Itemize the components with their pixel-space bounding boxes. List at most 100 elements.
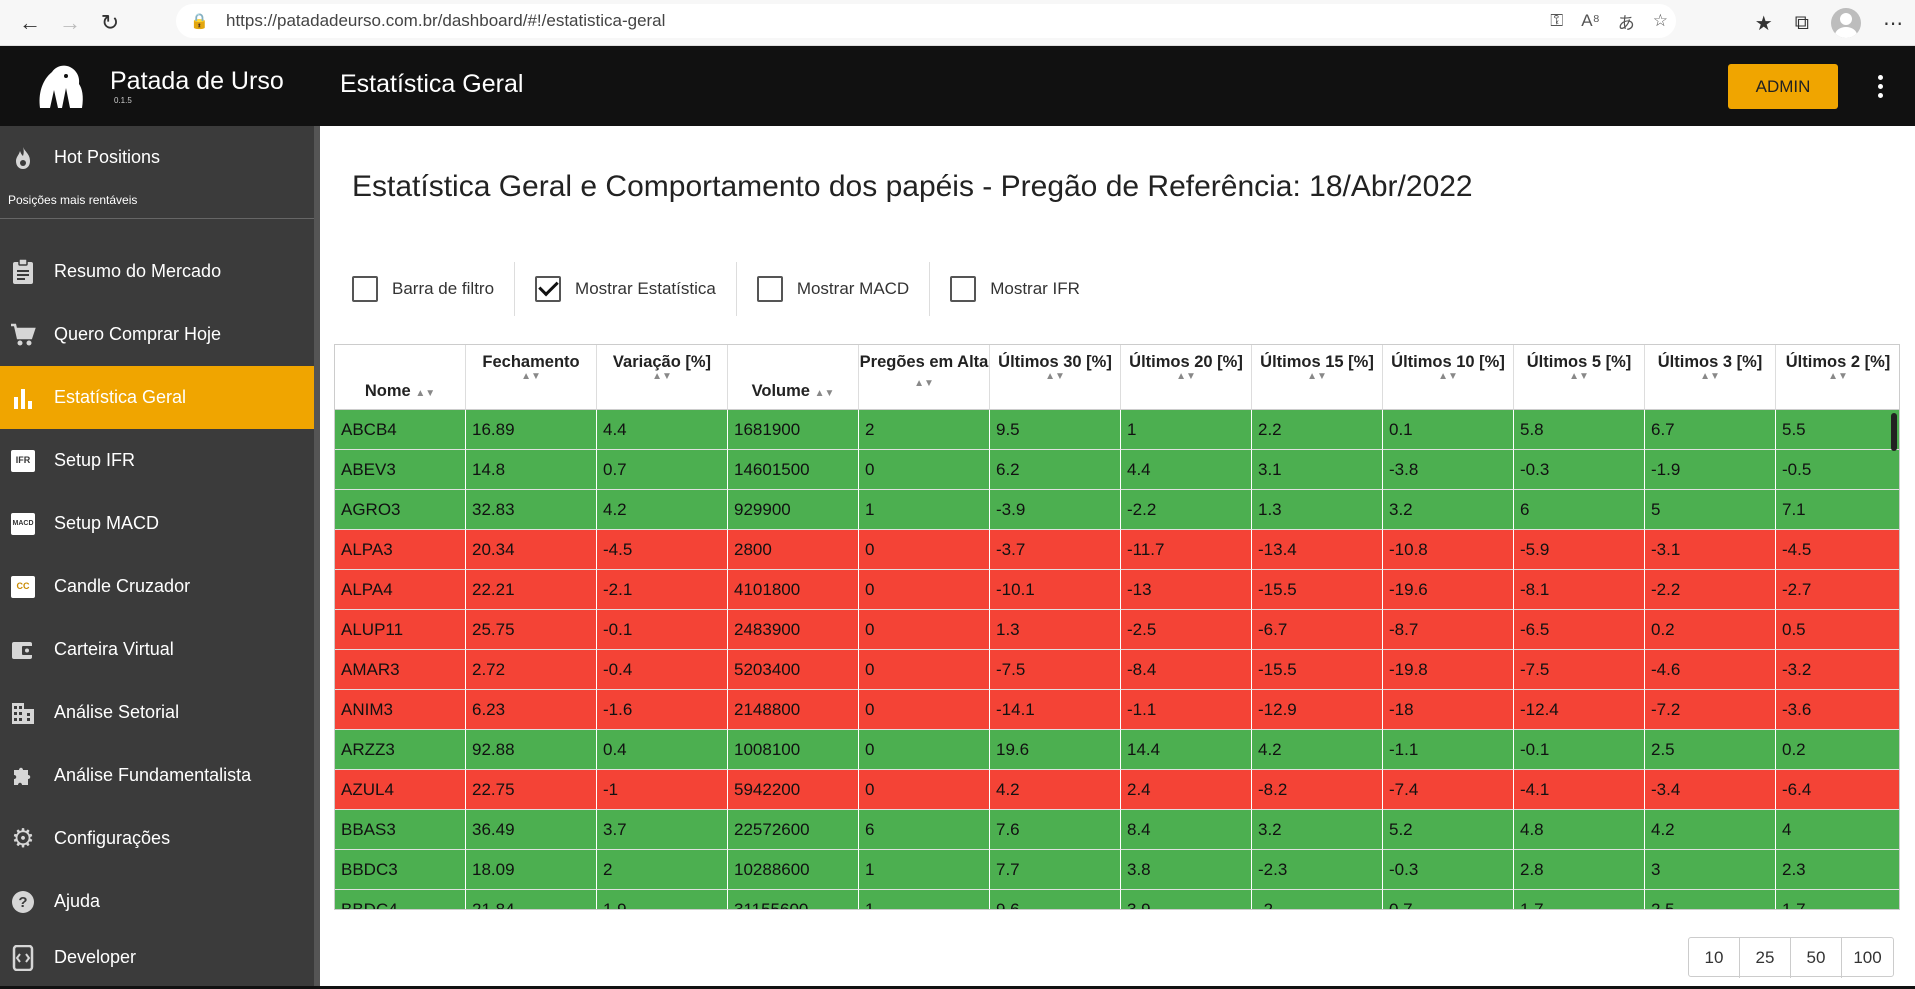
table-row[interactable]: AGRO3 32.83 4.2 929900 1 -3.9 -2.2 1.3 3.2 6 5 7.1 <box>335 490 1899 530</box>
table-cell: -8.1 <box>1514 570 1645 610</box>
table-cell: -18 <box>1383 690 1514 730</box>
forward-icon[interactable]: → <box>50 3 90 43</box>
translate-icon[interactable]: あ <box>1618 9 1635 34</box>
favorites-icon[interactable]: ★ <box>1755 11 1773 36</box>
table-cell: -3.1 <box>1645 530 1776 570</box>
filter-barra-de-filtro[interactable]: Barra de filtro <box>352 262 516 316</box>
column-header-pregoes-em-alta[interactable]: Pregões em Alta ▲▼ <box>859 345 990 410</box>
table-cell: 5942200 <box>728 770 859 810</box>
table-row[interactable]: ALPA4 22.21 -2.1 4101800 0 -10.1 -13 -15.5 -19.6… <box>335 570 1899 610</box>
column-header-ultimos-2[interactable]: Últimos 2 [%] ▲▼ <box>1776 345 1899 410</box>
sidebar-item-setup-macd[interactable]: MACD Setup MACD <box>0 492 314 555</box>
sidebar-item-quero-comprar[interactable]: Quero Comprar Hoje <box>0 303 314 366</box>
table-cell: 2.3 <box>1776 850 1899 890</box>
sidebar-item-analise-fundamentalista[interactable]: Análise Fundamentalista <box>0 744 314 807</box>
brand[interactable]: Patada de Urso 0.1.5 <box>0 46 320 126</box>
page-size-10[interactable]: 10 <box>1689 938 1740 978</box>
table-cell: -0.4 <box>597 650 728 690</box>
table-cell: -1.6 <box>597 690 728 730</box>
filter-mostrar-estatistica[interactable]: Mostrar Estatística <box>535 262 737 316</box>
column-header-variacao[interactable]: Variação [%] ▲▼ <box>597 345 728 410</box>
sidebar-item-label: Análise Fundamentalista <box>54 765 252 785</box>
table-cell: -2.5 <box>1121 610 1252 650</box>
column-header-ultimos-5[interactable]: Últimos 5 [%] ▲▼ <box>1514 345 1645 410</box>
table-cell: -1.1 <box>1121 690 1252 730</box>
sidebar-item-carteira-virtual[interactable]: Carteira Virtual <box>0 618 314 681</box>
checkbox[interactable] <box>756 276 783 302</box>
kebab-menu-icon[interactable] <box>1870 68 1890 104</box>
checkbox-checked[interactable] <box>535 276 562 302</box>
table-row[interactable]: AMAR3 2.72 -0.4 5203400 0 -7.5 -8.4 -15.5 -19.8-… <box>335 650 1899 690</box>
table-cell: -0.3 <box>1514 450 1645 490</box>
url-text[interactable]: https://patadadeurso.com.br/dashboard/#!… <box>226 11 665 31</box>
sidebar-item-setup-ifr[interactable]: IFR Setup IFR <box>0 429 314 492</box>
sidebar-item-estatistica-geral[interactable]: Estatística Geral <box>0 366 314 429</box>
sidebar-item-candle-cruzador[interactable]: CC Candle Cruzador <box>0 555 314 618</box>
table-cell: -1.1 <box>1383 730 1514 770</box>
table-row[interactable]: ALUP11 25.75 -0.1 2483900 0 1.3 -2.5 -6.7 -8.7 -6… <box>335 610 1899 650</box>
page-size-100[interactable]: 100 <box>1842 938 1893 978</box>
table-cell: -0.1 <box>597 610 728 650</box>
table-row[interactable]: BBAS3 36.49 3.7 22572600 6 7.6 8.4 3.2 5.2 4.8 4.2… <box>335 810 1899 850</box>
table-cell: 1 <box>859 490 990 530</box>
table-cell: 36.49 <box>466 810 597 850</box>
sidebar-item-configuracoes[interactable]: ⚙ Configurações <box>0 807 314 870</box>
checkbox[interactable] <box>950 276 977 302</box>
table-cell: 3.8 <box>1121 850 1252 890</box>
page-size-50[interactable]: 50 <box>1791 938 1842 978</box>
table-cell: 4.4 <box>597 410 728 450</box>
sidebar-item-hot-positions[interactable]: Hot Positions <box>0 126 314 189</box>
table-cell: -2.3 <box>1252 850 1383 890</box>
sidebar-item-developer[interactable]: Developer <box>0 926 314 989</box>
sidebar-item-analise-setorial[interactable]: Análise Setorial <box>0 681 314 744</box>
reload-icon[interactable]: ↻ <box>90 3 130 43</box>
table-row[interactable]: AZUL4 22.75 -1 5942200 0 4.2 2.4 -8.2 -7.4 -4.1 -3… <box>335 770 1899 810</box>
column-header-ultimos-10[interactable]: Últimos 10 [%] ▲▼ <box>1383 345 1514 410</box>
add-favorite-icon[interactable]: ☆ <box>1653 11 1668 31</box>
page-size-25[interactable]: 25 <box>1740 938 1791 978</box>
sidebar-item-ajuda[interactable]: ? Ajuda <box>0 870 314 933</box>
column-header-ultimos-20[interactable]: Últimos 20 [%] ▲▼ <box>1121 345 1252 410</box>
column-header-nome[interactable]: Nome ▲▼ <box>335 345 466 410</box>
collections-icon[interactable]: ⧉ <box>1795 12 1809 35</box>
table-row[interactable]: ALPA3 20.34 -4.5 2800 0 -3.7 -11.7 -13.4 -10.8 -5… <box>335 530 1899 570</box>
table-row[interactable]: ABEV3 14.8 0.7 14601500 0 6.2 4.4 3.1 -3.8 -0.3 -1… <box>335 450 1899 490</box>
profile-avatar[interactable] <box>1831 8 1861 38</box>
table-row[interactable]: ABCB4 16.89 4.4 1681900 2 9.5 1 2.2 0.1 5.8 6.7 5.5 <box>335 410 1899 450</box>
table-cell: 3.7 <box>597 810 728 850</box>
table-row[interactable]: ARZZ3 92.88 0.4 1008100 0 19.6 14.4 4.2 -1.1 -0.1… <box>335 730 1899 770</box>
table-cell: 0 <box>859 450 990 490</box>
key-icon[interactable]: ⚿ <box>1550 11 1563 31</box>
table-cell: 6.7 <box>1645 410 1776 450</box>
table-row[interactable]: BBDC4 21.84 1.9 31155600 1 9.6 3.9 -2 0.7 1.7 2.5 1… <box>335 890 1899 909</box>
sidebar-item-label: Estatística Geral <box>54 387 187 407</box>
column-header-ultimos-3[interactable]: Últimos 3 [%] ▲▼ <box>1645 345 1776 410</box>
address-bar[interactable]: 🔒 https://patadadeurso.com.br/dashboard/… <box>176 4 1676 38</box>
column-header-fechamento[interactable]: Fechamento ▲▼ <box>466 345 597 410</box>
table-row[interactable]: BBDC3 18.09 2 10288600 1 7.7 3.8 -2.3 -0.3 2.8 3 2.… <box>335 850 1899 890</box>
table-cell: 929900 <box>728 490 859 530</box>
sidebar-item-resumo-mercado[interactable]: Resumo do Mercado <box>0 240 314 303</box>
filter-mostrar-ifr[interactable]: Mostrar IFR <box>950 262 1100 316</box>
page-header-title: Estatística Geral <box>340 70 524 98</box>
column-header-ultimos-30[interactable]: Últimos 30 [%] ▲▼ <box>990 345 1121 410</box>
more-icon[interactable]: ⋯ <box>1883 11 1903 36</box>
svg-text:?: ? <box>18 894 27 911</box>
table-row[interactable]: ANIM3 6.23 -1.6 2148800 0 -14.1 -1.1 -12.9 -18 -1… <box>335 690 1899 730</box>
table-cell: 2148800 <box>728 690 859 730</box>
sort-icon: ▲▼ <box>1045 371 1065 382</box>
filter-mostrar-macd[interactable]: Mostrar MACD <box>756 262 931 316</box>
back-icon[interactable]: ← <box>10 3 50 43</box>
table-cell: -2 <box>1252 890 1383 909</box>
clipboard-icon <box>9 258 37 286</box>
column-header-volume[interactable]: Volume ▲▼ <box>728 345 859 410</box>
table-cell: -12.9 <box>1252 690 1383 730</box>
read-aloud-icon[interactable]: A⁸ <box>1581 11 1600 31</box>
admin-button[interactable]: ADMIN <box>1728 64 1838 109</box>
table-scrollbar[interactable] <box>1891 413 1897 451</box>
table-cell: 2 <box>859 410 990 450</box>
table-cell: -7.5 <box>990 650 1121 690</box>
table-cell: 9.6 <box>990 890 1121 909</box>
column-header-ultimos-15[interactable]: Últimos 15 [%] ▲▼ <box>1252 345 1383 410</box>
checkbox[interactable] <box>352 276 378 302</box>
